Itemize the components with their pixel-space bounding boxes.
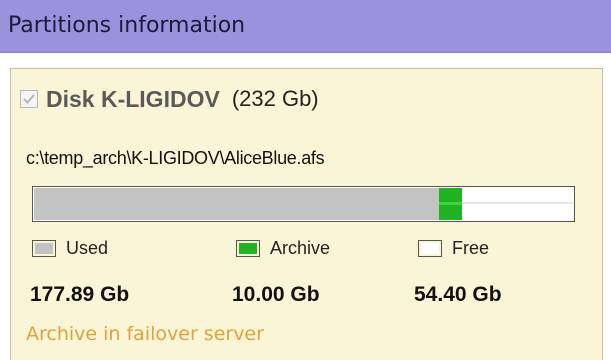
used-value: 177.89 Gb xyxy=(30,283,130,306)
legend-archive-label: Archive xyxy=(270,237,331,258)
failover-status: Archive in failover server xyxy=(26,323,264,345)
legend-free-label: Free xyxy=(452,237,490,258)
usage-bar-used xyxy=(34,188,439,220)
disk-size: (232 Gb) xyxy=(231,86,319,111)
free-swatch-icon xyxy=(418,239,442,257)
archive-swatch-icon xyxy=(236,239,260,257)
legend-used: Used xyxy=(32,237,108,259)
usage-bar xyxy=(32,186,575,222)
used-swatch-icon xyxy=(32,239,56,257)
checkmark-icon xyxy=(23,94,35,104)
disk-checkbox[interactable] xyxy=(20,90,38,108)
disk-name: Disk K-LIGIDOV xyxy=(46,85,220,112)
legend-archive: Archive xyxy=(236,237,330,259)
archive-path: c:\temp_arch\K-LIGIDOV\AliceBlue.afs xyxy=(26,148,325,168)
section-header: Partitions information xyxy=(0,0,611,53)
section-title: Partitions information xyxy=(8,13,246,38)
usage-bar-archive xyxy=(439,188,462,220)
disk-row: Disk K-LIGIDOV (232 Gb) xyxy=(20,86,319,112)
usage-bar-free xyxy=(462,188,573,220)
legend-free: Free xyxy=(418,237,489,259)
legend-used-label: Used xyxy=(66,237,109,258)
free-value: 54.40 Gb xyxy=(414,283,502,306)
archive-value: 10.00 Gb xyxy=(232,283,320,306)
